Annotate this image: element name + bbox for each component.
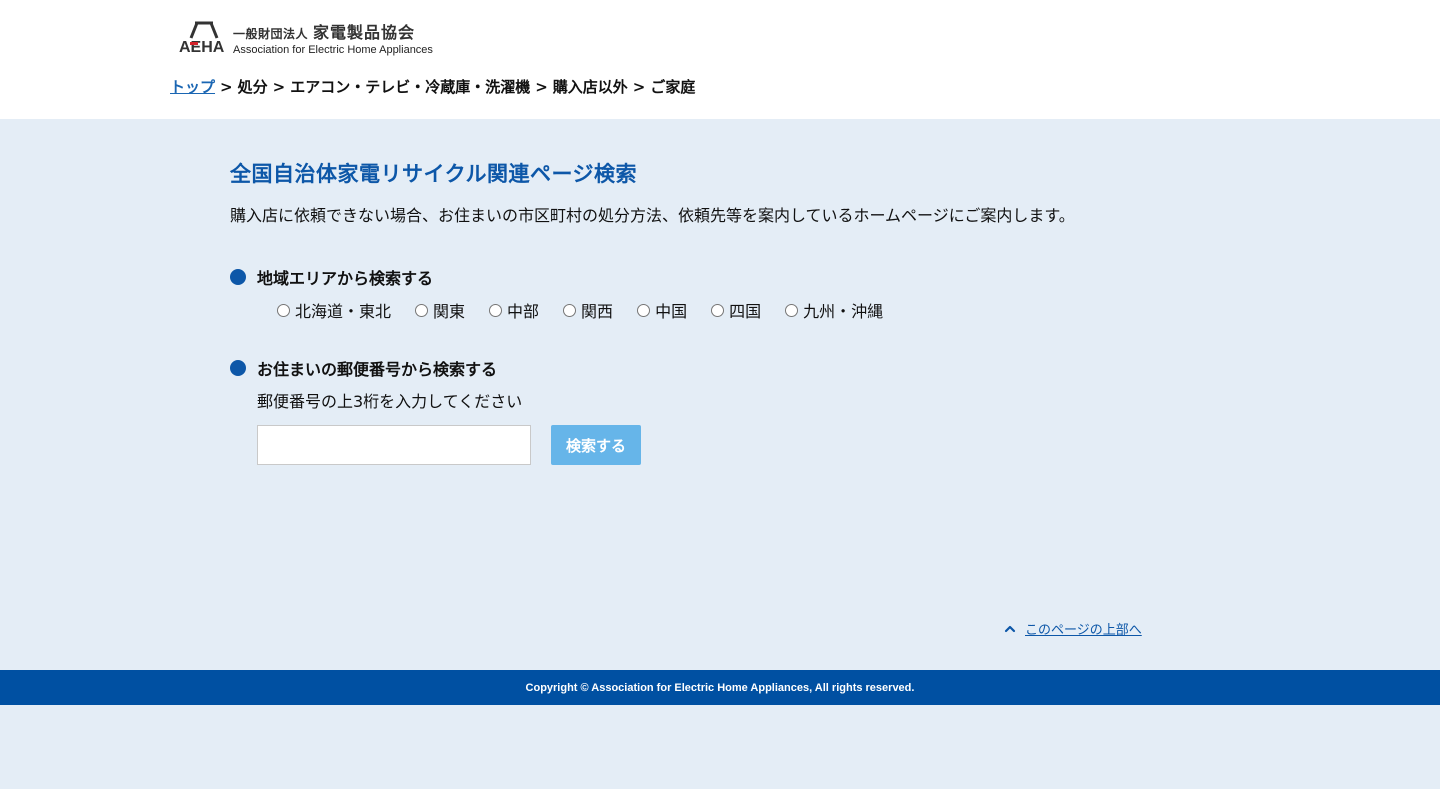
radio-input-chugoku[interactable] (637, 303, 651, 317)
postal-code-input[interactable] (257, 425, 531, 465)
radio-chugoku[interactable]: 中国 (637, 298, 687, 322)
area-search-heading: 地域エリアから検索する (230, 265, 1130, 289)
bullet-icon (230, 360, 246, 376)
breadcrumb-separator: > (632, 78, 646, 96)
radio-label: 関西 (581, 302, 614, 321)
radio-label: 四国 (729, 302, 762, 321)
breadcrumb-separator: > (220, 78, 233, 96)
logo-org-type: 一般財団法人 (233, 26, 309, 41)
radio-label: 関東 (433, 302, 466, 321)
radio-input-chubu[interactable] (489, 303, 503, 317)
radio-input-kansai[interactable] (563, 303, 577, 317)
logo-org-english: Association for Electric Home Appliances (233, 43, 433, 56)
page-title: 全国自治体家電リサイクル関連ページ検索 (230, 162, 638, 186)
postal-search-heading: お住まいの郵便番号から検索する (230, 356, 1130, 380)
radio-input-kanto[interactable] (415, 303, 429, 317)
radio-kansai[interactable]: 関西 (563, 298, 613, 322)
site-logo[interactable]: AEHA 一般財団法人 家電製品協会 Association for Elect… (179, 19, 433, 56)
main-content: 全国自治体家電リサイクル関連ページ検索 購入店に依頼できない場合、お住まいの市区… (230, 158, 1130, 465)
radio-label: 中国 (655, 302, 688, 321)
copyright-text: Copyright © Association for Electric Hom… (525, 681, 915, 694)
back-to-top-link[interactable]: このページの上部へ (1004, 619, 1142, 638)
site-footer: Copyright © Association for Electric Hom… (0, 670, 1440, 705)
postal-search-heading-text: お住まいの郵便番号から検索する (257, 360, 498, 379)
search-button[interactable]: 検索する (551, 425, 641, 465)
area-search-section: 地域エリアから検索する 北海道・東北 関東 中部 関西 中国 四国 九州・沖縄 (230, 265, 1130, 322)
radio-hokkaido-tohoku[interactable]: 北海道・東北 (277, 298, 391, 322)
breadcrumb-household: ご家庭 (650, 78, 696, 96)
logo-org-name: 家電製品協会 (313, 22, 416, 42)
breadcrumb-other-than-store: 購入店以外 (552, 78, 628, 96)
radio-input-hokkaido-tohoku[interactable] (277, 303, 290, 317)
breadcrumb: トップ > 処分 > エアコン・テレビ・冷蔵庫・洗濯機 > 購入店以外 > ご家庭 (170, 76, 695, 97)
logo-jp-row: 一般財団法人 家電製品協会 (233, 19, 433, 43)
breadcrumb-disposal: 処分 (237, 78, 268, 96)
radio-kyushu-okinawa[interactable]: 九州・沖縄 (785, 298, 883, 322)
breadcrumb-separator: > (535, 78, 548, 96)
aeha-logo-mark: AEHA (179, 21, 225, 54)
chevron-up-icon (1004, 625, 1016, 632)
lead-text: 購入店に依頼できない場合、お住まいの市区町村の処分方法、依頼先等を案内しているホ… (230, 206, 1075, 225)
radio-label: 中部 (507, 302, 540, 321)
postal-search-row: 検索する (257, 425, 1130, 465)
area-radio-group: 北海道・東北 関東 中部 関西 中国 四国 九州・沖縄 (277, 298, 1130, 322)
radio-input-kyushu-okinawa[interactable] (785, 303, 799, 317)
logo-mark-text: AEHA (179, 39, 225, 54)
postal-search-section: お住まいの郵便番号から検索する 郵便番号の上3桁を入力してください 検索する (230, 356, 1130, 465)
logo-text-block: 一般財団法人 家電製品協会 Association for Electric H… (233, 19, 433, 56)
radio-chubu[interactable]: 中部 (489, 298, 539, 322)
breadcrumb-top-link[interactable]: トップ (170, 78, 215, 96)
back-to-top-label: このページの上部へ (1025, 623, 1142, 638)
radio-label: 九州・沖縄 (803, 302, 884, 321)
bullet-icon (230, 269, 246, 285)
postal-hint: 郵便番号の上3桁を入力してください (257, 392, 523, 411)
breadcrumb-separator: > (272, 78, 286, 96)
breadcrumb-appliances: エアコン・テレビ・冷蔵庫・洗濯機 (290, 78, 531, 96)
site-header: AEHA 一般財団法人 家電製品協会 Association for Elect… (0, 0, 1440, 119)
radio-kanto[interactable]: 関東 (415, 298, 465, 322)
area-search-heading-text: 地域エリアから検索する (257, 269, 434, 288)
radio-shikoku[interactable]: 四国 (711, 298, 761, 322)
radio-input-shikoku[interactable] (711, 303, 725, 317)
radio-label: 北海道・東北 (295, 302, 392, 321)
